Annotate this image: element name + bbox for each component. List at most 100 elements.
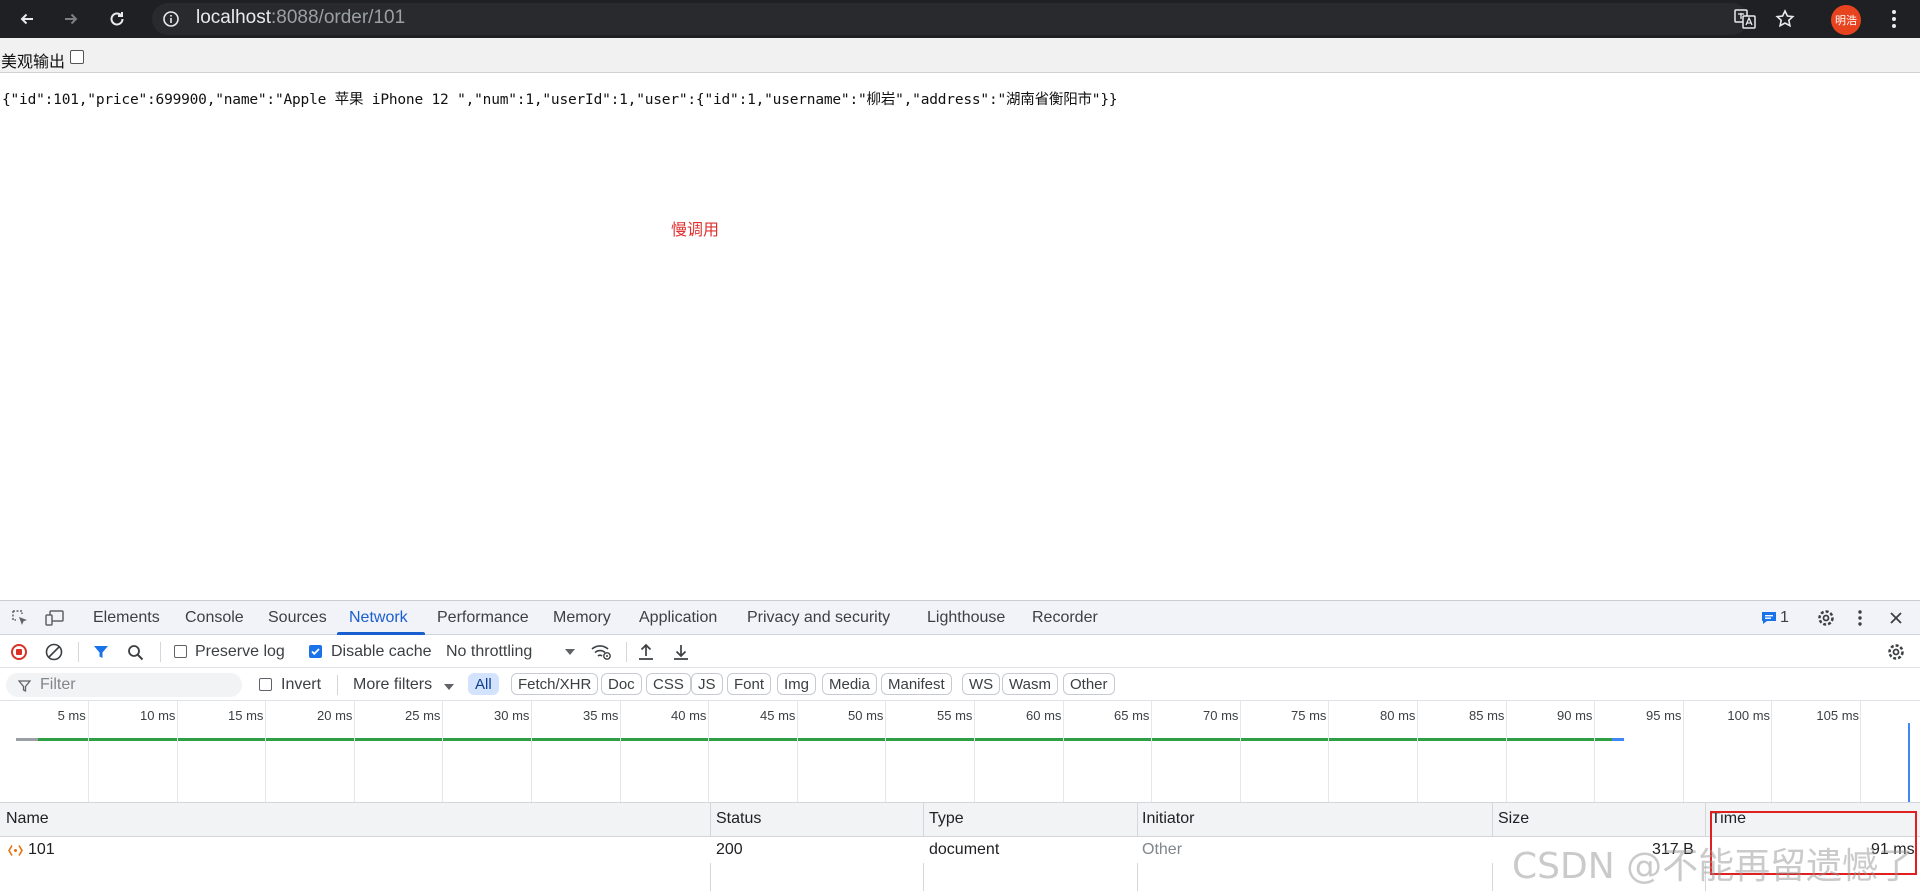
disable-cache-label[interactable]: Disable cache — [331, 643, 432, 661]
col-size[interactable]: Size — [1498, 810, 1529, 828]
chip-js[interactable]: JS — [691, 673, 723, 695]
device-toolbar-icon[interactable] — [45, 608, 65, 628]
preserve-log-checkbox[interactable] — [174, 645, 187, 658]
invert-checkbox[interactable] — [259, 678, 272, 691]
clear-log-icon[interactable] — [45, 643, 63, 661]
toolbar-divider — [337, 675, 338, 695]
disable-cache-checkbox[interactable] — [309, 645, 322, 658]
waterfall-grid-line — [1506, 701, 1507, 802]
waterfall-grid-line — [974, 701, 975, 802]
url-path: :8088/order/101 — [271, 7, 406, 28]
reload-icon[interactable] — [103, 5, 131, 33]
waterfall-grid-line — [1328, 701, 1329, 802]
chip-doc[interactable]: Doc — [601, 673, 642, 695]
more-filters-dropdown-icon[interactable] — [443, 682, 455, 692]
tab-application[interactable]: Application — [639, 609, 717, 627]
waterfall-grid-line — [708, 701, 709, 802]
url-text[interactable]: localhost:8088/order/101 — [196, 7, 405, 29]
tab-recorder[interactable]: Recorder — [1032, 609, 1098, 627]
col-type[interactable]: Type — [929, 810, 964, 828]
waterfall-grid-line — [1417, 701, 1418, 802]
chip-wasm[interactable]: Wasm — [1002, 673, 1058, 695]
waterfall-waiting-bar — [38, 738, 1612, 741]
chip-img[interactable]: Img — [777, 673, 817, 695]
pretty-print-label: 美观输出 — [1, 52, 66, 71]
browser-menu-icon[interactable] — [1880, 5, 1908, 33]
waterfall-tick-label: 100 ms — [1727, 708, 1771, 723]
row-status: 200 — [716, 841, 743, 858]
chip-ws[interactable]: WS — [962, 673, 1001, 695]
inspect-element-icon[interactable] — [10, 608, 30, 628]
back-icon[interactable] — [13, 5, 41, 33]
import-har-icon[interactable] — [637, 642, 655, 662]
more-filters-button[interactable]: More filters — [353, 676, 432, 694]
network-conditions-icon[interactable] — [590, 642, 612, 662]
tab-console[interactable]: Console — [185, 609, 244, 627]
network-filterbar: Filter Invert More filters All Fetch/XHR… — [0, 668, 1920, 701]
export-har-icon[interactable] — [672, 642, 690, 662]
waterfall-tick-label: 85 ms — [1469, 708, 1505, 723]
waterfall-grid-line — [1240, 701, 1241, 802]
chip-css[interactable]: CSS — [646, 673, 691, 695]
waterfall-grid-line — [620, 701, 621, 802]
pretty-print-bar: 美观输出 — [0, 38, 1920, 73]
network-settings-icon[interactable] — [1886, 642, 1906, 662]
network-toolbar: Preserve log Disable cache No throttling — [0, 635, 1920, 668]
filter-toggle-icon[interactable] — [92, 643, 110, 661]
record-stop-icon[interactable] — [10, 643, 28, 661]
toolbar-divider — [78, 642, 79, 662]
waterfall-load-marker — [1908, 723, 1910, 802]
toolbar-divider — [626, 642, 627, 662]
col-name[interactable]: Name — [6, 810, 49, 828]
profile-avatar[interactable]: 明浩 — [1831, 5, 1861, 35]
issues-count[interactable]: 1 — [1780, 609, 1789, 627]
watermark: CSDN @不能再留遗憾了 — [1512, 846, 1915, 887]
waterfall-grid-line — [88, 701, 89, 802]
waterfall-tick-label: 105 ms — [1816, 708, 1860, 723]
tab-performance[interactable]: Performance — [437, 609, 529, 627]
issues-icon[interactable] — [1760, 610, 1778, 626]
filter-placeholder: Filter — [40, 676, 76, 693]
col-initiator[interactable]: Initiator — [1142, 810, 1194, 828]
waterfall-tick-label: 30 ms — [494, 708, 530, 723]
waterfall-overview[interactable]: 5 ms 10 ms 15 ms 20 ms 25 ms 30 ms 35 ms 40 ms 4… — [0, 701, 1920, 803]
search-icon[interactable] — [126, 643, 144, 661]
invert-label[interactable]: Invert — [281, 676, 321, 694]
tab-privacy-security[interactable]: Privacy and security — [747, 609, 890, 627]
bookmark-star-icon[interactable] — [1771, 5, 1799, 33]
waterfall-tick-label: 50 ms — [848, 708, 884, 723]
devtools-more-icon[interactable] — [1855, 608, 1865, 628]
waterfall-grid-line — [531, 701, 532, 802]
waterfall-grid-line — [1594, 701, 1595, 802]
throttling-dropdown-icon[interactable] — [564, 647, 576, 657]
throttling-select[interactable]: No throttling — [446, 643, 532, 661]
waterfall-download-bar — [1612, 738, 1624, 741]
close-devtools-icon[interactable] — [1886, 608, 1906, 628]
url-host: localhost — [196, 7, 271, 28]
waterfall-grid-line — [1063, 701, 1064, 802]
waterfall-tick-label: 10 ms — [140, 708, 176, 723]
col-status[interactable]: Status — [716, 810, 761, 828]
tab-memory[interactable]: Memory — [553, 609, 611, 627]
chip-other[interactable]: Other — [1063, 673, 1115, 695]
site-info-icon[interactable] — [157, 5, 185, 33]
waterfall-stalled-bar — [16, 738, 38, 741]
tab-lighthouse[interactable]: Lighthouse — [927, 609, 1005, 627]
tab-sources[interactable]: Sources — [268, 609, 327, 627]
waterfall-tick-label: 5 ms — [57, 708, 86, 723]
chip-all[interactable]: All — [468, 673, 499, 695]
chip-fetch-xhr[interactable]: Fetch/XHR — [511, 673, 599, 695]
row-type: document — [929, 841, 1000, 858]
waterfall-tick-label: 60 ms — [1026, 708, 1062, 723]
pretty-print-checkbox[interactable] — [70, 50, 84, 64]
chip-font[interactable]: Font — [727, 673, 772, 695]
forward-icon[interactable] — [57, 5, 85, 33]
tab-network[interactable]: Network — [349, 609, 408, 627]
avatar-text: 明浩 — [1835, 14, 1857, 27]
tab-elements[interactable]: Elements — [93, 609, 160, 627]
chip-manifest[interactable]: Manifest — [881, 673, 952, 695]
preserve-log-label[interactable]: Preserve log — [195, 643, 285, 661]
devtools-settings-icon[interactable] — [1816, 608, 1836, 628]
chip-media[interactable]: Media — [822, 673, 877, 695]
translate-icon[interactable] — [1731, 5, 1759, 33]
